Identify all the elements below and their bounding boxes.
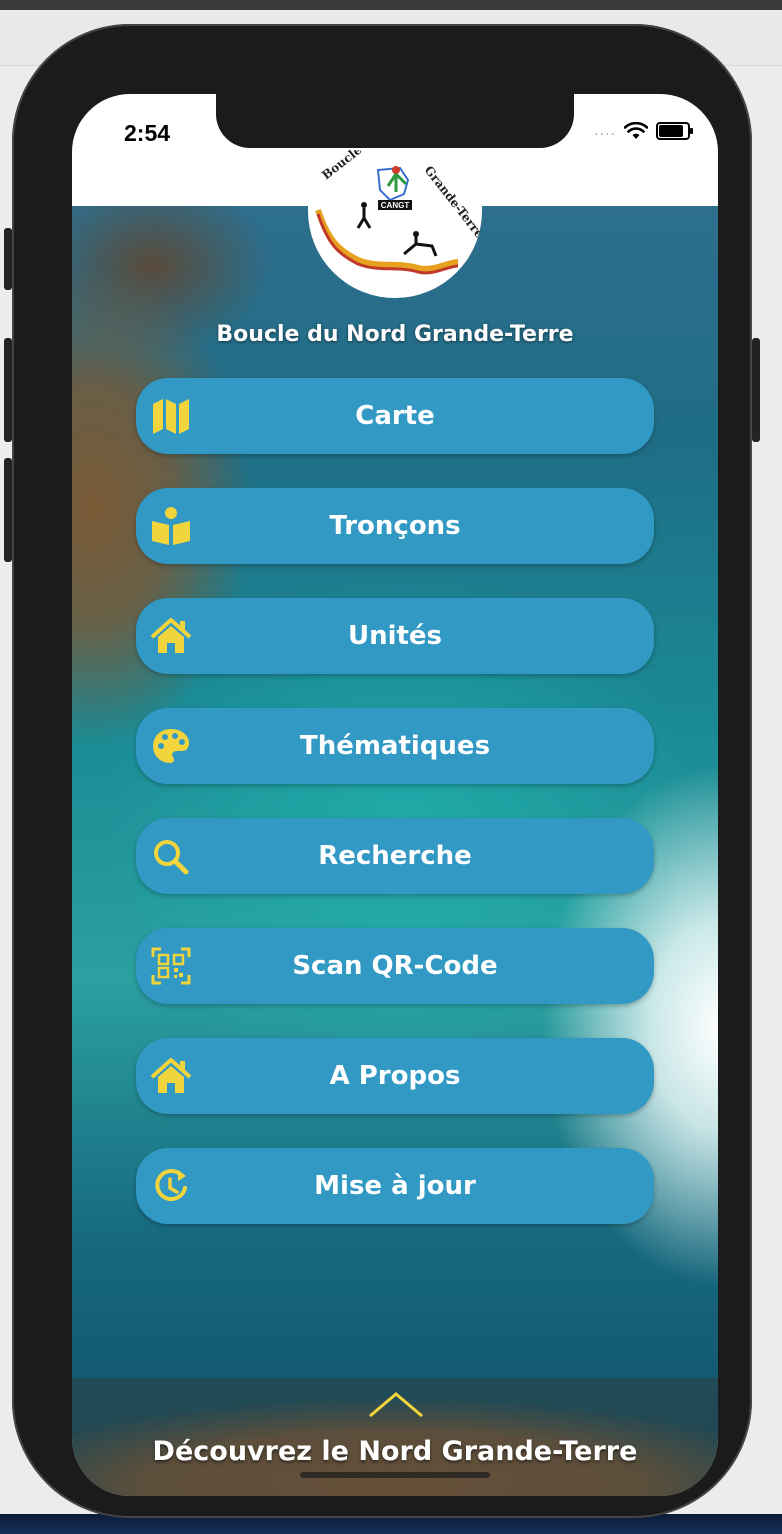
home-indicator[interactable] bbox=[300, 1472, 490, 1478]
menu-button-mise-a-jour[interactable]: Mise à jour bbox=[136, 1148, 654, 1224]
menu-button-troncons[interactable]: Tronçons bbox=[136, 488, 654, 564]
logo-badge-text: CANGT bbox=[381, 201, 410, 210]
power-button bbox=[752, 338, 760, 442]
menu-button-carte[interactable]: Carte bbox=[136, 378, 654, 454]
status-time: 2:54 bbox=[124, 120, 171, 146]
logo-ring-text-right: Grande-Terre bbox=[422, 163, 482, 241]
menu-label: Recherche bbox=[318, 841, 472, 871]
chevron-up-icon[interactable] bbox=[366, 1390, 426, 1420]
menu-button-a-propos[interactable]: A Propos bbox=[136, 1038, 654, 1114]
phone-frame: 2:54 .... Boucle Grande-Terre CANGT Bouc… bbox=[4, 24, 760, 1518]
menu-button-thematiques[interactable]: Thématiques bbox=[136, 708, 654, 784]
status-icons: .... bbox=[594, 122, 693, 140]
mute-switch bbox=[4, 228, 12, 290]
menu-label: Unités bbox=[347, 621, 443, 651]
menu-label: Mise à jour bbox=[314, 1171, 476, 1201]
battery-icon bbox=[656, 122, 693, 140]
menu-label: Carte bbox=[355, 401, 435, 431]
menu-button-scan-qr-code[interactable]: Scan QR-Code bbox=[136, 928, 654, 1004]
volume-down-button bbox=[4, 458, 12, 562]
notch bbox=[216, 94, 574, 148]
discover-title: Découvrez le Nord Grande-Terre bbox=[152, 1436, 638, 1467]
wifi-icon bbox=[624, 122, 648, 139]
simulator-top-edge bbox=[0, 0, 782, 10]
menu-label: Tronçons bbox=[329, 511, 461, 541]
signal-dots-icon: .... bbox=[594, 123, 616, 139]
app-title: Boucle du Nord Grande-Terre bbox=[216, 322, 574, 347]
app-screen: 2:54 .... Boucle Grande-Terre CANGT Bouc… bbox=[72, 94, 718, 1496]
volume-up-button bbox=[4, 338, 12, 442]
discover-drawer[interactable]: Découvrez le Nord Grande-Terre bbox=[72, 1378, 718, 1496]
menu-label: A Propos bbox=[329, 1061, 461, 1091]
logo-ring-text-left: Boucle bbox=[319, 150, 364, 182]
menu-label: Scan QR-Code bbox=[292, 951, 498, 981]
menu-button-unites[interactable]: Unités bbox=[136, 598, 654, 674]
menu-label: Thématiques bbox=[299, 731, 491, 761]
menu-button-recherche[interactable]: Recherche bbox=[136, 818, 654, 894]
